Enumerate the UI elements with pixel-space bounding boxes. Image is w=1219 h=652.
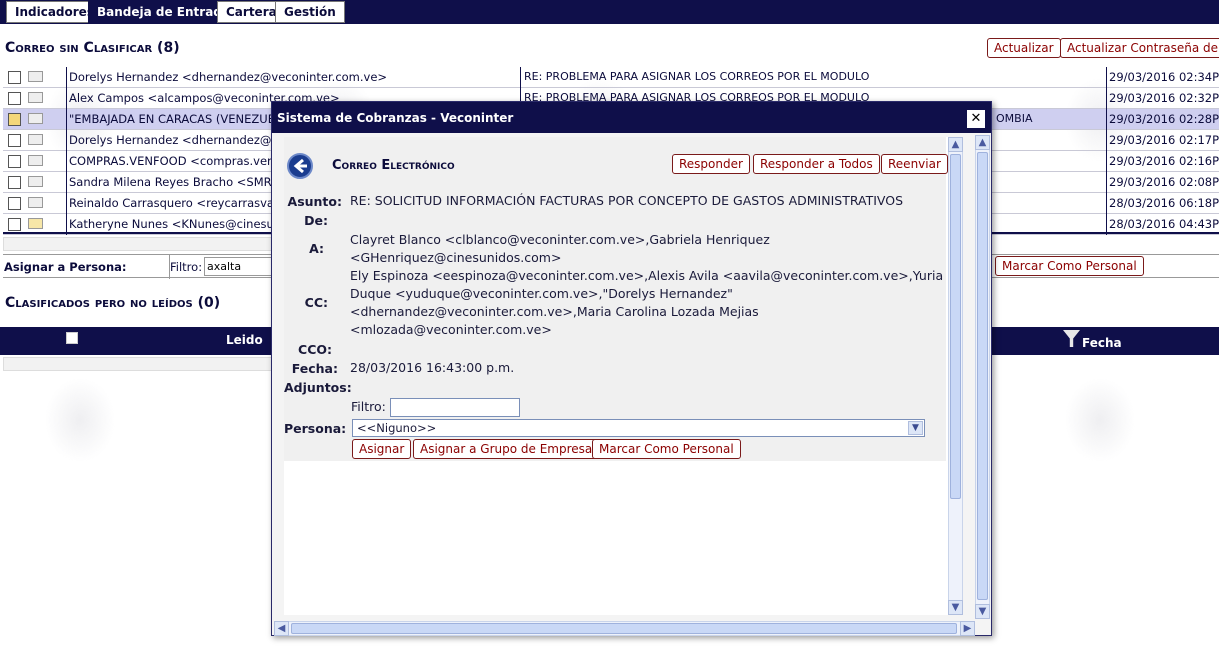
row-checkbox[interactable] [8,71,21,84]
column-read[interactable]: Leido [226,333,263,347]
cc-line-1: Ely Espinoza <eespinoza@veconinter.com.v… [350,268,944,283]
open-envelope-icon [28,218,43,229]
email-dialog: Sistema de Cobranzas - Veconinter ✕ Corr… [271,101,992,636]
select-all-checkbox[interactable] [66,332,78,344]
tab-gestion[interactable]: Gestión [275,1,345,23]
cc-line-4: <mlozada@veconinter.com.ve> [350,322,552,337]
mail-date: 29/03/2016 02:34PM [1106,67,1219,88]
mail-subject: OMBIA [996,112,1033,125]
person-filter-label: Filtro: [351,399,386,414]
email-heading: Correo Electrónico [332,158,455,173]
date-label: Fecha: [291,361,338,376]
mail-sender: "EMBAJADA EN CARACAS (VENEZUELA [66,109,290,130]
to-line-1: Clayret Blanco <clblanco@veconinter.com.… [350,232,770,247]
reply-button[interactable]: Responder [672,154,750,174]
dialog-horizontal-scrollbar[interactable]: ◀ ▶ [274,621,975,636]
mail-row[interactable]: Dorelys Hernandez <dhernandez@veconinter… [3,67,1219,88]
filter-input[interactable] [204,257,274,276]
cc-line-2: Duque <yuduque@veconinter.com.ve>,"Dorel… [350,286,733,301]
main-tab-bar: Indicadores Bandeja de Entrada Cartera G… [0,0,1219,24]
column-date[interactable]: Fecha [1082,336,1122,350]
mail-sender: Reinaldo Carrasquero <reycarrasvale [66,193,284,214]
row-checkbox[interactable] [8,113,21,126]
filter-icon[interactable] [1063,330,1080,347]
dialog-title: Sistema de Cobranzas - Veconinter [277,111,514,125]
person-label: Persona: [284,421,347,436]
envelope-icon [28,92,43,103]
from-label: De: [304,213,328,228]
bcc-label: CCO: [298,342,332,357]
chevron-down-icon[interactable]: ▼ [908,421,923,435]
dialog-vertical-scrollbar[interactable]: ▲ ▼ [975,135,990,619]
mail-date: 29/03/2016 02:08PM [1106,172,1219,193]
row-checkbox[interactable] [8,134,21,147]
person-filter-input[interactable] [390,398,520,417]
mark-personal-button[interactable]: Marcar Como Personal [995,256,1144,276]
envelope-icon [28,176,43,187]
mail-sender: Sandra Milena Reyes Bracho <SMRey [66,172,285,193]
mail-date: 29/03/2016 02:28PM [1106,109,1219,130]
to-line-2: <GHenriquez@cinesunidos.com> [350,250,562,265]
classified-title: Clasificados pero no leídos (0) [5,295,221,311]
forward-button[interactable]: Reenviar [881,154,948,174]
mail-sender: Dorelys Hernandez <dhernandez@veconinter… [66,67,387,88]
dialog-body: Correo Electrónico Responder Responder a… [284,137,963,615]
mail-date: 29/03/2016 02:16PM [1106,151,1219,172]
envelope-icon [28,197,43,208]
to-label: A: [309,241,324,256]
mail-date: 29/03/2016 02:32PM [1106,88,1219,109]
mail-sender: Katheryne Nunes <KNunes@cinesuni [66,214,284,235]
row-checkbox[interactable] [8,92,21,105]
scroll-thumb[interactable] [291,623,957,634]
envelope-icon [28,134,43,145]
scroll-thumb[interactable] [977,152,988,600]
assign-group-button[interactable]: Asignar a Grupo de Empresa [413,439,600,459]
inner-vertical-scrollbar[interactable]: ▲ ▼ [948,137,963,615]
email-details: Correo Electrónico Responder Responder a… [284,137,948,461]
mail-subject: RE: PROBLEMA PARA ASIGNAR LOS CORREOS PO… [520,67,869,88]
scroll-left-icon[interactable]: ◀ [274,621,289,636]
mail-date: 28/03/2016 06:18PM [1106,193,1219,214]
envelope-icon [28,71,43,82]
row-checkbox[interactable] [8,218,21,231]
scroll-right-icon[interactable]: ▶ [960,621,975,636]
back-arrow-icon[interactable] [287,153,313,179]
scroll-down-icon[interactable]: ▼ [948,600,963,615]
subject-label: Asunto: [287,194,342,209]
update-password-button[interactable]: Actualizar Contraseña de Co [1060,38,1219,58]
scroll-down-icon[interactable]: ▼ [975,604,990,619]
filter-label: Filtro: [170,260,203,274]
refresh-button[interactable]: Actualizar [987,38,1061,58]
reply-all-button[interactable]: Responder a Todos [753,154,880,174]
date-value: 28/03/2016 16:43:00 p.m. [350,360,515,375]
close-icon[interactable]: ✕ [967,110,985,128]
person-selected-value: <<Niguno>> [357,421,437,435]
attachments-label: Adjuntos: [284,380,352,395]
assign-button[interactable]: Asignar [352,439,412,459]
row-checkbox[interactable] [8,197,21,210]
dialog-title-bar: Sistema de Cobranzas - Veconinter ✕ [272,102,991,133]
mail-sender: COMPRAS.VENFOOD <compras.venfo [66,151,285,172]
mail-date: 28/03/2016 04:43PM [1106,214,1219,235]
assign-person-label: Asignar a Persona: [4,260,127,274]
row-checkbox[interactable] [8,176,21,189]
mail-sender: Dorelys Hernandez <dhernandez@ve [66,130,285,151]
dialog-mark-personal-button[interactable]: Marcar Como Personal [592,439,741,459]
subject-value: RE: SOLICITUD INFORMACIÓN FACTURAS POR C… [350,193,904,208]
envelope-icon [28,113,43,124]
unclassified-title: Correo sin Clasificar (8) [5,40,180,56]
cc-line-3: <dhernandez@veconinter.com.ve>,Maria Car… [350,304,759,319]
scroll-thumb[interactable] [950,154,961,499]
row-checkbox[interactable] [8,155,21,168]
mail-date: 29/03/2016 02:17PM [1106,130,1219,151]
classified-horizontal-scrollbar[interactable] [3,357,273,371]
scroll-up-icon[interactable]: ▲ [975,135,990,150]
envelope-icon [28,155,43,166]
tab-bandeja-de-entrada[interactable]: Bandeja de Entrada [88,1,230,23]
cc-label: CC: [304,295,328,310]
scroll-up-icon[interactable]: ▲ [948,137,963,152]
person-select[interactable]: <<Niguno>> ▼ [352,419,925,437]
list-horizontal-scrollbar[interactable] [3,237,273,251]
